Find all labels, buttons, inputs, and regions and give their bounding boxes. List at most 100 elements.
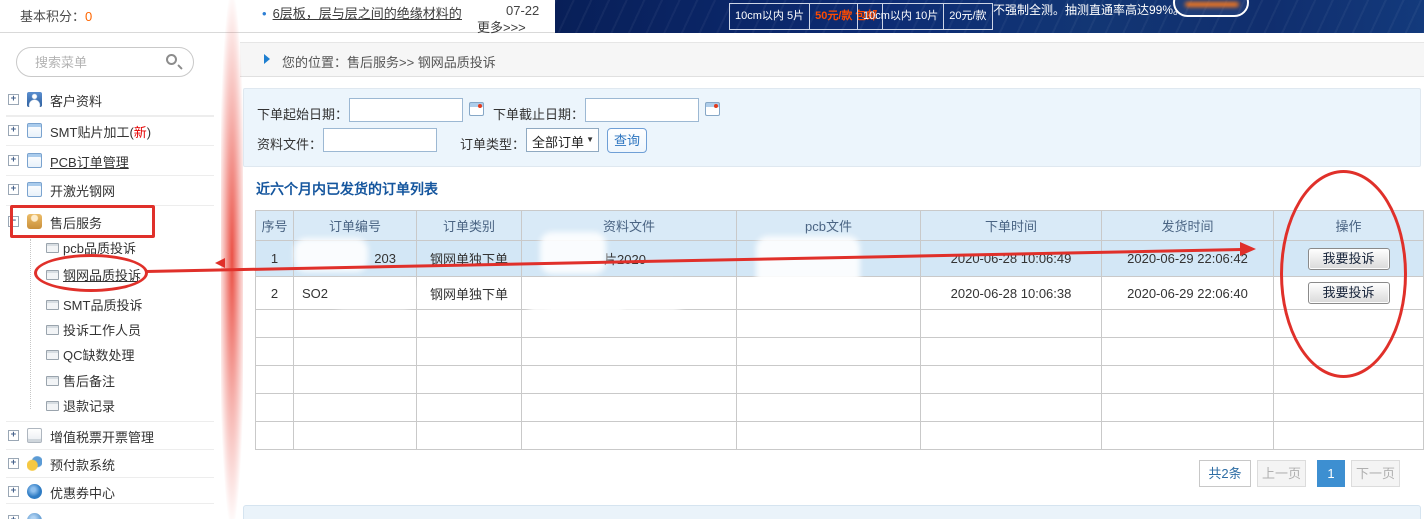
form-icon [27, 123, 42, 138]
cta-text-clipped [1185, 2, 1239, 7]
cell-ship-time: 2020-06-29 22:06:42 [1102, 241, 1274, 277]
subitem-label: 退款记录 [63, 396, 115, 415]
sidebar-item-label: 开激光钢网 [50, 181, 115, 200]
query-button[interactable]: 查询 [607, 128, 647, 153]
search-input[interactable] [35, 52, 155, 72]
pagination-current-page[interactable]: 1 [1317, 460, 1345, 487]
empty-row [256, 394, 1424, 422]
cell-action: 我要投诉 [1274, 241, 1424, 277]
sidebar-item-vat-invoice[interactable]: 增值税票开票管理 [0, 423, 224, 449]
pagination-prev-button[interactable]: 上一页 [1257, 460, 1306, 487]
subitem-label: 钢网品质投诉 [63, 265, 141, 284]
col-seq: 序号 [256, 211, 294, 241]
calendar-icon[interactable] [469, 102, 484, 116]
order-type-select[interactable]: 全部订单 ▼ [526, 128, 599, 152]
order-list-title: 近六个月内已发货的订单列表 [256, 179, 438, 199]
menu-search[interactable] [16, 47, 194, 77]
empty-row [256, 310, 1424, 338]
divider [6, 115, 214, 116]
sidebar-item-label: 优惠券中心 [50, 483, 115, 502]
divider [6, 205, 214, 206]
start-date-label: 下单起始日期： [257, 104, 348, 123]
sidebar-subitem-stencil-complaint[interactable]: 钢网品质投诉 [0, 262, 224, 286]
expand-icon[interactable] [8, 515, 19, 519]
banner-tagline: 不强制全测。抽测直通率高达99%。 [993, 1, 1185, 18]
search-icon[interactable] [166, 54, 177, 65]
pagination-next-button[interactable]: 下一页 [1351, 460, 1400, 487]
complain-button[interactable]: 我要投诉 [1308, 248, 1390, 270]
form-icon [27, 182, 42, 197]
sidebar-item-label: SMT贴片加工(新) [50, 122, 151, 141]
sidebar-subitem-pcb-complaint[interactable]: pcb品质投诉 [0, 235, 224, 259]
news-link[interactable]: 6层板，层与层之间的绝缘材料的... [262, 3, 462, 22]
menu-icon [27, 513, 42, 519]
price2-price: 20元/款 [943, 4, 991, 29]
divider [6, 449, 214, 450]
cell-order-time: 2020-06-28 10:06:49 [921, 241, 1102, 277]
expand-icon[interactable] [8, 430, 19, 441]
breadcrumb-text: 您的位置：售后服务>> 钢网品质投诉 [282, 52, 496, 71]
sidebar-subitem-complaint-staff[interactable]: 投诉工作人员 [0, 317, 224, 341]
news-date: 07-22 [506, 3, 539, 18]
cell-file: 片2020 [522, 241, 737, 277]
sidebar-item-label: 增值税票开票管理 [50, 427, 154, 446]
end-date-input[interactable] [585, 98, 699, 122]
table-row[interactable]: 1 203 钢网单独下单 片2020 2020-06-28 10:06:49 2… [256, 241, 1424, 277]
list-icon [46, 376, 59, 386]
subitem-label: QC缺数处理 [63, 345, 135, 364]
subitem-label: 投诉工作人员 [63, 320, 141, 339]
breadcrumb-arrow-icon [264, 54, 270, 64]
expand-icon[interactable] [8, 125, 19, 136]
order-type-label: 订单类型： [460, 134, 525, 153]
top-bar: 基本积分：0 6层板，层与层之间的绝缘材料的... 07-22 更多>>> 10… [0, 0, 1424, 33]
collapse-icon[interactable] [8, 216, 19, 227]
sidebar-item-pcb-orders[interactable]: PCB订单管理 [0, 148, 224, 174]
cell-order-time: 2020-06-28 10:06:38 [921, 277, 1102, 310]
sidebar-subitem-qc-shortage[interactable]: QC缺数处理 [0, 342, 224, 366]
divider [6, 175, 214, 176]
cell-pcb [737, 277, 921, 310]
sidebar-item-stencil[interactable]: 开激光钢网 [0, 177, 224, 203]
expand-icon[interactable] [8, 155, 19, 166]
price1-qty: 10cm以内 5片 [730, 4, 809, 29]
points-summary: 基本积分：0 [20, 0, 92, 33]
promo-banner: 10cm以内 5片 50元/款 包邮 10cm以内 10片 20元/款 不强制全… [555, 0, 1424, 33]
col-pcb: pcb文件 [737, 211, 921, 241]
sidebar-subitem-refund-records[interactable]: 退款记录 [0, 393, 224, 417]
table-row[interactable]: 2 SO2 钢网单独下单 2020-06-28 10:06:38 2020-06… [256, 277, 1424, 310]
file-input[interactable] [323, 128, 437, 152]
banner-cta-button[interactable] [1173, 0, 1249, 17]
coupon-icon [27, 484, 42, 499]
expand-icon[interactable] [8, 184, 19, 195]
cell-pcb [737, 241, 921, 277]
divider [6, 421, 214, 422]
complain-button[interactable]: 我要投诉 [1308, 282, 1390, 304]
sidebar-item-prepayment[interactable]: 预付款系统 [0, 451, 224, 477]
points-label: 基本积分： [20, 9, 85, 24]
divider [6, 145, 214, 146]
sidebar-item-customer-info[interactable]: 客户资料 [0, 87, 224, 113]
start-date-input[interactable] [349, 98, 463, 122]
pagination-total: 共2条 [1199, 460, 1251, 487]
sidebar-item-coupon-center[interactable]: 优惠券中心 [0, 479, 224, 505]
expand-icon[interactable] [8, 486, 19, 497]
sidebar-item-after-sales[interactable]: 售后服务 [0, 209, 224, 235]
expand-icon[interactable] [8, 458, 19, 469]
calendar-icon[interactable] [705, 102, 720, 116]
divider [6, 477, 214, 478]
end-date-label: 下单截止日期： [493, 104, 584, 123]
sidebar-subitem-after-sales-notes[interactable]: 售后备注 [0, 368, 224, 392]
list-icon [46, 401, 59, 411]
subitem-label: pcb品质投诉 [63, 238, 136, 257]
cell-order-no: 203 [294, 241, 417, 277]
bottom-panel [243, 505, 1421, 519]
cell-action: 我要投诉 [1274, 277, 1424, 310]
sidebar-item-cutoff[interactable] [0, 508, 224, 519]
col-category: 订单类别 [417, 211, 522, 241]
expand-icon[interactable] [8, 94, 19, 105]
red-highlight-band [221, 0, 243, 519]
sidebar-item-smt[interactable]: SMT贴片加工(新) [0, 118, 224, 144]
page: 基本积分：0 6层板，层与层之间的绝缘材料的... 07-22 更多>>> 10… [0, 0, 1424, 519]
sidebar-subitem-smt-complaint[interactable]: SMT品质投诉 [0, 292, 224, 316]
news-more-link[interactable]: 更多>>> [477, 17, 526, 36]
